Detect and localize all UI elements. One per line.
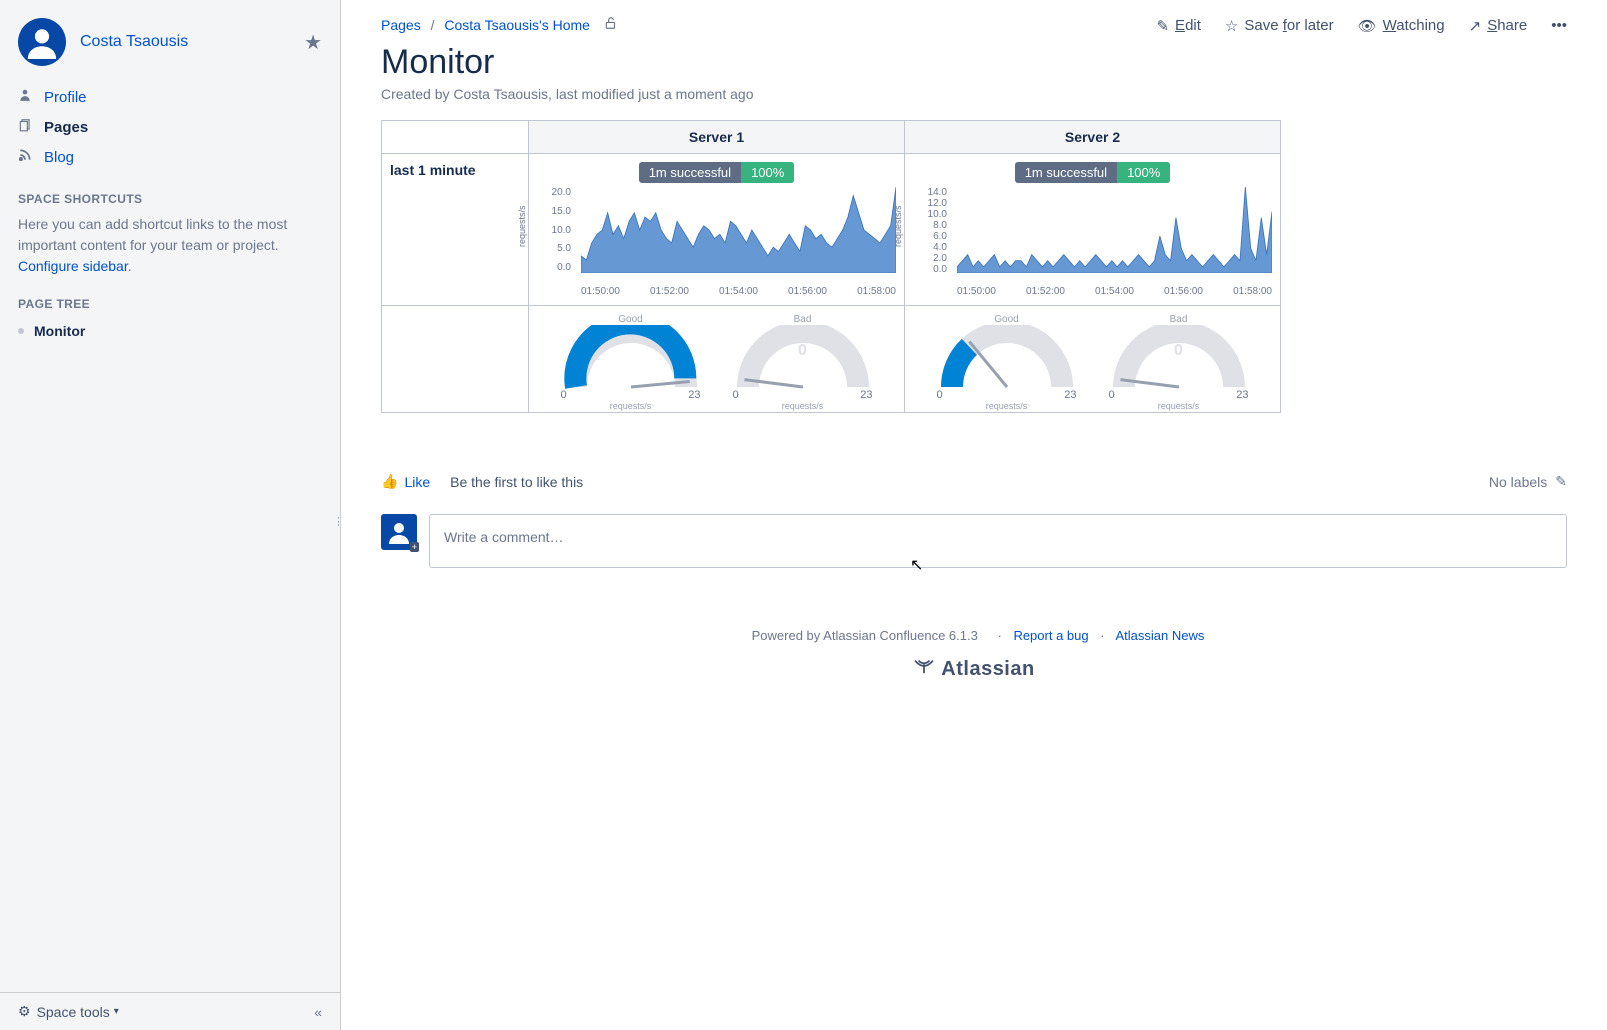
shortcuts-heading: SPACE SHORTCUTS [18,192,322,206]
atlassian-icon [913,657,935,681]
star-icon[interactable]: ★ [304,30,322,55]
page-title: Monitor [381,43,1567,82]
footer-news[interactable]: Atlassian News [1115,628,1204,643]
like-row: 👍 Like Be the first to like this No labe… [381,473,1567,490]
breadcrumb-root[interactable]: Pages [381,17,421,33]
tree-item[interactable]: Monitor [18,319,322,343]
gear-icon: ⚙ [18,1003,31,1020]
collapse-sidebar-icon[interactable]: « [314,1004,322,1020]
page-tree: Monitor [18,319,322,343]
footer-powered: Powered by Atlassian Confluence 6.1.3 [752,628,978,643]
star-outline-icon: ☆ [1225,17,1238,35]
rss-icon [18,148,34,166]
status-badge: 1m successful100% [537,162,896,183]
person-icon [18,88,34,106]
sidebar-footer: ⚙ Space tools ▾ « [0,992,340,1030]
sidebar-nav: ProfilePagesBlog [18,82,322,172]
page-actions: ✎Edit ☆Save for later 👁Watching ↗Share •… [1156,17,1567,35]
comment-avatar-icon: + [381,514,417,550]
row-label: last 1 minute [382,154,529,306]
gauge-bad: Bad0023requests/s [723,314,883,404]
main-content: Pages / Costa Tsaousis's Home ✎Edit ☆Sav… [341,0,1607,1030]
area-chart: requests/s20.015.010.05.00.001:50:0001:5… [537,187,896,297]
space-name-link[interactable]: Costa Tsaousis [80,33,188,51]
like-button[interactable]: 👍 Like [381,473,430,490]
gauge-good: Good22023requests/s [551,314,711,404]
sidebar-drag-handle[interactable]: ⋮ [333,515,344,528]
edit-button[interactable]: ✎Edit [1156,17,1200,35]
thumbs-up-icon: 👍 [381,473,398,490]
page-tree-heading: PAGE TREE [18,297,322,311]
sidebar-item-profile[interactable]: Profile [18,82,322,112]
column-header: Server 2 [905,121,1281,154]
footer-report-bug[interactable]: Report a bug [1013,628,1088,643]
watching-button[interactable]: 👁Watching [1358,17,1445,35]
like-prompt: Be the first to like this [450,474,583,490]
gauge-good: Good6023requests/s [927,314,1087,404]
space-header: Costa Tsaousis ★ [18,18,322,66]
page-meta: Created by Costa Tsaousis, last modified… [381,86,1567,102]
share-button[interactable]: ↗Share [1469,17,1528,35]
sidebar: Costa Tsaousis ★ ProfilePagesBlog SPACE … [0,0,341,1030]
status-badge: 1m successful100% [913,162,1272,183]
more-actions-icon[interactable]: ••• [1551,17,1567,34]
share-icon: ↗ [1469,17,1482,35]
breadcrumb: Pages / Costa Tsaousis's Home [381,16,618,35]
save-for-later-button[interactable]: ☆Save for later [1225,17,1334,35]
edit-labels-icon[interactable]: ✎ [1555,473,1567,490]
comment-row: + Write a comment… [381,514,1567,568]
pencil-icon: ✎ [1156,17,1169,35]
unlock-icon[interactable] [604,17,618,34]
footer: Powered by Atlassian Confluence 6.1.3 · … [381,628,1567,681]
shortcuts-hint: Here you can add shortcut links to the m… [18,214,322,277]
space-avatar-icon [18,18,66,66]
comment-input[interactable]: Write a comment… [429,514,1567,568]
add-icon: + [410,542,419,552]
column-header: Server 1 [529,121,905,154]
pages-icon [18,118,34,136]
chevron-down-icon: ▾ [114,1006,119,1017]
area-chart: requests/s14.012.010.08.06.04.02.00.001:… [913,187,1272,297]
eye-icon: 👁 [1358,17,1377,35]
space-tools-link[interactable]: Space tools [37,1004,110,1020]
sidebar-item-blog[interactable]: Blog [18,142,322,172]
labels-text: No labels [1489,474,1547,490]
monitor-table: Server 1Server 2 last 1 minute 1m success… [381,120,1281,413]
configure-sidebar-link[interactable]: Configure sidebar [18,258,128,274]
breadcrumb-page[interactable]: Costa Tsaousis's Home [444,17,590,33]
gauge-bad: Bad0023requests/s [1099,314,1259,404]
sidebar-item-pages[interactable]: Pages [18,112,322,142]
atlassian-logo: Atlassian [381,657,1567,681]
